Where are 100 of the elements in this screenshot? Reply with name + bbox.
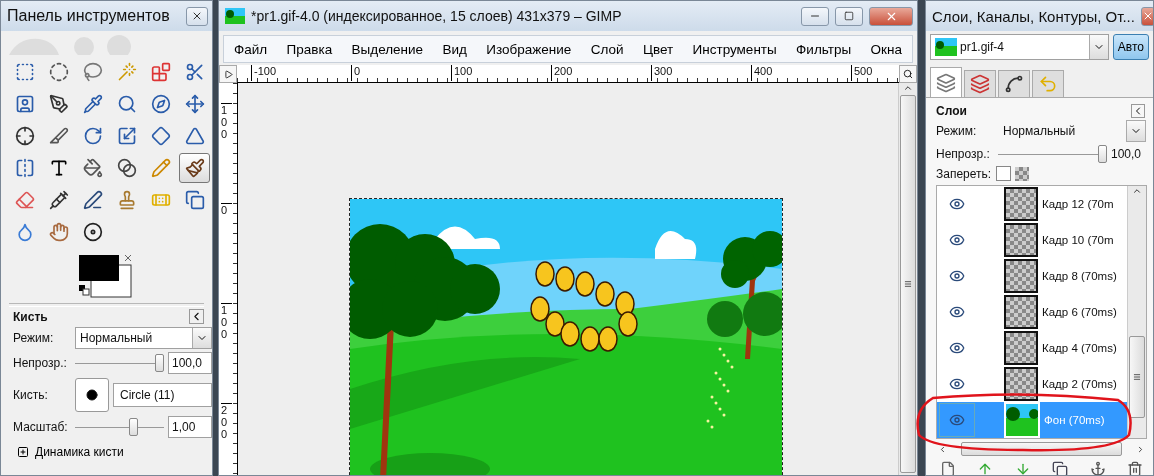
page-icon: [940, 461, 956, 475]
auto-button[interactable]: Авто: [1112, 34, 1149, 60]
grip-icon: [904, 280, 912, 288]
menu-item[interactable]: Инструменты: [692, 41, 777, 57]
eye-icon: [949, 232, 965, 248]
menu-item[interactable]: Вид: [442, 41, 467, 57]
layer-name: Кадр 4 (70ms): [1042, 342, 1117, 354]
image-thumbnail-icon: [225, 8, 245, 24]
transparent-thumbnail: [1004, 223, 1038, 257]
menu-item[interactable]: Правка: [286, 41, 333, 57]
new-layer-button[interactable]: [940, 461, 956, 475]
dashed-circle-icon: [48, 62, 69, 82]
rotate-icon: [82, 126, 103, 146]
zoom-button[interactable]: [899, 65, 917, 83]
panel-title: Кисть: [13, 309, 48, 324]
vertical-scrollbar[interactable]: [898, 83, 917, 475]
visibility-toggle[interactable]: [939, 403, 975, 437]
vertical-scrollbar[interactable]: [1127, 186, 1146, 438]
slider-thumb[interactable]: [1097, 145, 1107, 163]
layer-row[interactable]: Кадр 10 (70m: [937, 222, 1127, 258]
lasso-icon: [82, 62, 103, 82]
crosshair-icon: [14, 126, 35, 146]
dock-tab[interactable]: [930, 67, 962, 97]
grip-icon: [1133, 373, 1141, 381]
flip-icon: [14, 158, 35, 178]
maximize-button[interactable]: [835, 6, 863, 26]
paint-bucket-icon: [82, 158, 103, 178]
mode-dropdown[interactable]: Нормальный: [75, 327, 212, 349]
copy-icon: [1052, 461, 1069, 475]
close-icon: [191, 10, 203, 22]
scale-field[interactable]: 1,00: [168, 416, 212, 438]
disc-icon: [82, 222, 103, 242]
pipette-icon: [82, 94, 103, 114]
slider-thumb[interactable]: [155, 354, 164, 372]
layer-name: Кадр 6 (70ms): [1042, 306, 1117, 318]
quick-mask-button[interactable]: [219, 65, 237, 83]
layer-row[interactable]: Кадр 6 (70ms): [937, 294, 1127, 330]
scroll-thumb[interactable]: [1129, 336, 1145, 418]
field-label: Непрозр.:: [13, 356, 68, 370]
image-dropdown[interactable]: pr1.gif-4: [930, 34, 1109, 60]
layer-row[interactable]: Кадр 4 (70ms): [937, 330, 1127, 366]
search-icon: [903, 69, 913, 79]
mode-dropdown[interactable]: Нормальный: [998, 120, 1147, 142]
opacity-field[interactable]: 100,0: [168, 352, 212, 374]
anchor-icon: [1089, 461, 1106, 475]
eye-icon: [949, 196, 965, 212]
blend-icon: [116, 158, 137, 178]
transparent-thumbnail: [1004, 295, 1038, 329]
copy-icon: [184, 190, 205, 210]
pen-nib-icon: [48, 94, 69, 114]
search-icon: [116, 94, 137, 114]
ruler-label: 100: [221, 303, 232, 341]
dock-tab[interactable]: [998, 70, 1030, 97]
delete-button[interactable]: [1126, 461, 1143, 475]
menu-item[interactable]: Файл: [234, 41, 268, 57]
layer-row[interactable]: Кадр 12 (70m: [937, 186, 1127, 222]
layers-stack-icon: [936, 72, 956, 93]
duplicate-button[interactable]: [1052, 461, 1069, 475]
layer-row[interactable]: Кадр 2 (70ms): [937, 366, 1127, 402]
ruler-label: 0: [221, 203, 232, 217]
scroll-thumb[interactable]: [900, 95, 916, 473]
menu-item[interactable]: Выделение: [351, 41, 424, 57]
menu-item[interactable]: Слой: [590, 41, 624, 57]
layer-name: Кадр 10 (70m: [1042, 234, 1114, 246]
wand-icon: [116, 62, 137, 82]
move-arrows-icon: [184, 94, 205, 114]
layer-name: Фон (70ms): [1044, 414, 1105, 426]
menu-item[interactable]: Цвет: [642, 41, 674, 57]
brush-field[interactable]: Circle (11): [113, 383, 212, 407]
lock-checkbox[interactable]: [996, 166, 1011, 181]
slider-thumb[interactable]: [129, 418, 139, 436]
ruler-label: 100: [451, 65, 551, 81]
minimize-button[interactable]: [801, 6, 829, 26]
scaling-icon: [116, 126, 137, 146]
menu-item[interactable]: Окна: [870, 41, 902, 57]
eye-icon: [949, 376, 965, 392]
eye-icon: [949, 304, 965, 320]
maximize-icon: [844, 11, 854, 21]
ruler-label: 300: [651, 65, 751, 81]
window-title: Панель инструментов: [7, 7, 171, 25]
opacity-value[interactable]: 100,0: [1110, 147, 1147, 161]
tool-button[interactable]: [179, 153, 210, 183]
ruler-label: -100: [251, 65, 351, 81]
menu-item[interactable]: Изображение: [486, 41, 572, 57]
trash-icon: [1126, 461, 1143, 475]
menu-item[interactable]: Фильтры: [796, 41, 852, 57]
close-button[interactable]: [186, 6, 208, 26]
anchor-button[interactable]: [1089, 461, 1106, 475]
dynamics-expander[interactable]: Динамика кисти: [13, 445, 128, 459]
checkerboard-icon: [1015, 166, 1029, 181]
triangle-icon: [184, 126, 205, 146]
field-label: Непрозр.:: [936, 147, 991, 161]
paintbrush-icon: [184, 158, 205, 178]
field-label: Режим:: [13, 331, 55, 345]
layer-row[interactable]: Кадр 8 (70ms): [937, 258, 1127, 294]
brush-preview[interactable]: [75, 378, 109, 412]
field-label: Масштаб:: [13, 420, 69, 434]
eraser-icon: [14, 190, 35, 210]
panel-menu-icon[interactable]: [189, 309, 204, 324]
ruler-label: 200: [551, 65, 651, 81]
